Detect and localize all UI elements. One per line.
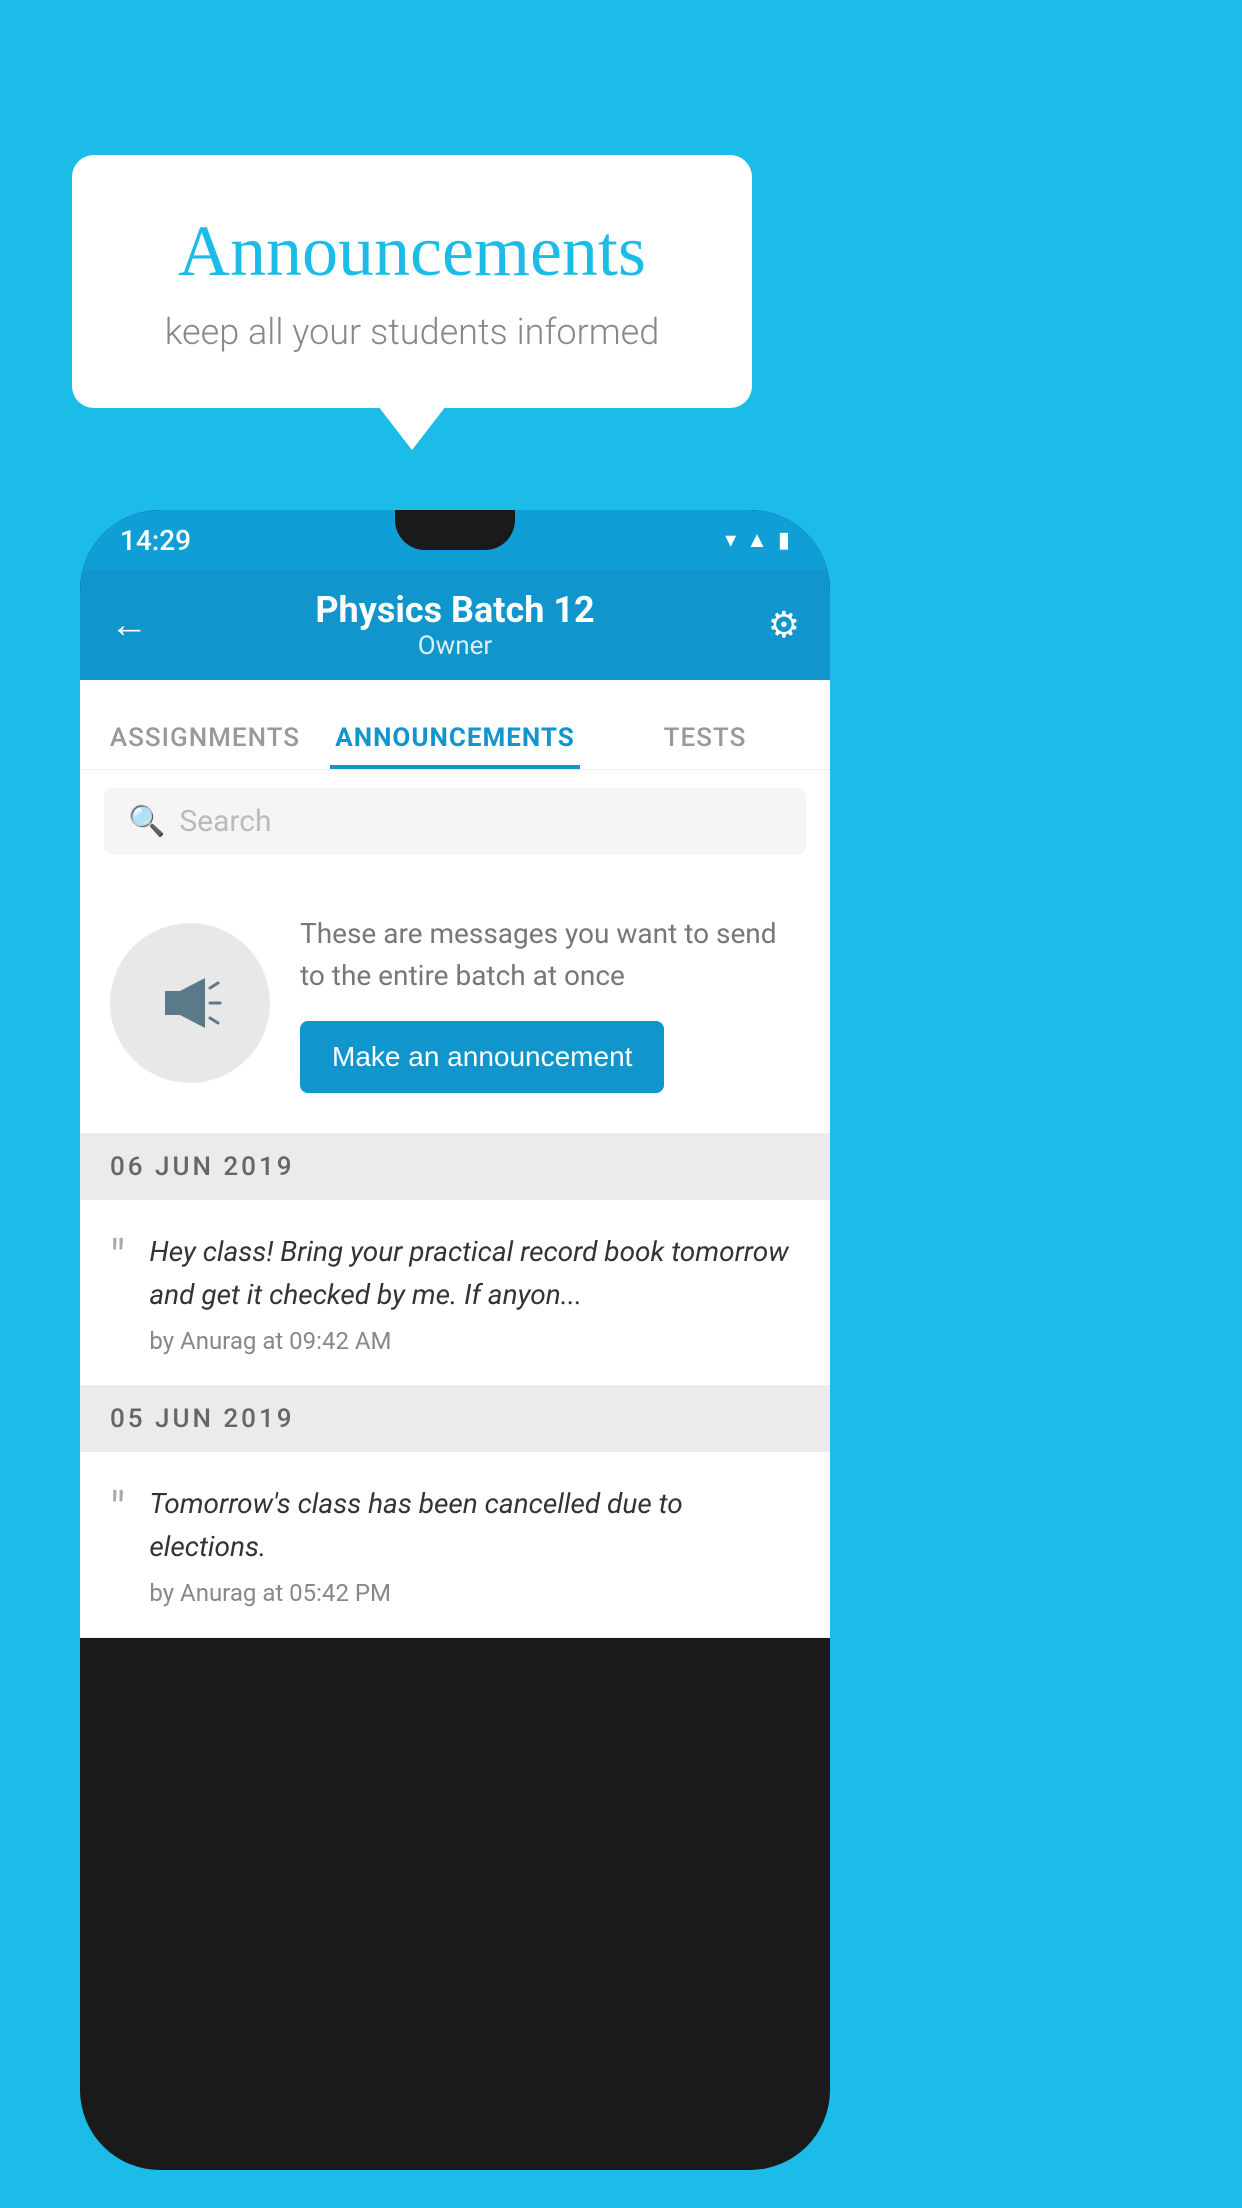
- announcement-right: These are messages you want to send to t…: [300, 913, 800, 1093]
- search-container: 🔍 Search: [80, 770, 830, 873]
- phone-frame: 14:29 ▾ ▲ ▮ ← Physics Batch 12 Owner ⚙ A…: [80, 510, 830, 2170]
- status-bar: 14:29 ▾ ▲ ▮: [80, 510, 830, 570]
- message-meta-1: by Anurag at 09:42 AM: [149, 1327, 800, 1355]
- announcements-tagline: keep all your students informed: [132, 311, 692, 353]
- battery-icon: ▮: [778, 528, 790, 553]
- app-bar: ← Physics Batch 12 Owner ⚙: [80, 570, 830, 680]
- announcements-heading: Announcements: [132, 210, 692, 293]
- message-text-2: Tomorrow's class has been cancelled due …: [149, 1482, 800, 1569]
- search-icon: 🔍: [128, 804, 165, 839]
- speech-bubble-container: Announcements keep all your students inf…: [72, 155, 752, 408]
- back-button[interactable]: ←: [110, 603, 170, 647]
- message-meta-2: by Anurag at 05:42 PM: [149, 1579, 800, 1607]
- signal-icon: ▲: [746, 527, 768, 553]
- phone-notch: [395, 510, 515, 550]
- message-text-1: Hey class! Bring your practical record b…: [149, 1230, 800, 1317]
- tabs-bar: ASSIGNMENTS ANNOUNCEMENTS TESTS: [80, 680, 830, 770]
- message-item-2[interactable]: " Tomorrow's class has been cancelled du…: [80, 1452, 830, 1638]
- tab-assignments[interactable]: ASSIGNMENTS: [80, 723, 330, 769]
- tab-tests[interactable]: TESTS: [580, 723, 830, 769]
- search-bar[interactable]: 🔍 Search: [104, 788, 806, 855]
- quote-icon-1: ": [110, 1234, 125, 1282]
- search-placeholder: Search: [179, 804, 271, 839]
- app-bar-title: Physics Batch 12: [170, 589, 740, 631]
- settings-icon[interactable]: ⚙: [740, 604, 800, 646]
- message-content-2: Tomorrow's class has been cancelled due …: [149, 1482, 800, 1607]
- quote-icon-2: ": [110, 1486, 125, 1534]
- app-bar-title-group: Physics Batch 12 Owner: [170, 589, 740, 661]
- announcement-description: These are messages you want to send to t…: [300, 913, 800, 997]
- message-content-1: Hey class! Bring your practical record b…: [149, 1230, 800, 1355]
- megaphone-circle: [110, 923, 270, 1083]
- content-area: 🔍 Search: [80, 770, 830, 1638]
- status-time: 14:29: [120, 524, 191, 557]
- date-separator-2: 05 JUN 2019: [80, 1386, 830, 1452]
- announcement-prompt: These are messages you want to send to t…: [80, 873, 830, 1134]
- megaphone-icon: [150, 963, 230, 1043]
- phone-screen: 14:29 ▾ ▲ ▮ ← Physics Batch 12 Owner ⚙ A…: [80, 510, 830, 2170]
- message-item-1[interactable]: " Hey class! Bring your practical record…: [80, 1200, 830, 1386]
- wifi-icon: ▾: [725, 528, 736, 553]
- app-bar-subtitle: Owner: [170, 631, 740, 661]
- speech-bubble: Announcements keep all your students inf…: [72, 155, 752, 408]
- status-icons: ▾ ▲ ▮: [725, 527, 790, 553]
- make-announcement-button[interactable]: Make an announcement: [300, 1021, 664, 1093]
- tab-announcements[interactable]: ANNOUNCEMENTS: [330, 723, 580, 769]
- date-separator-1: 06 JUN 2019: [80, 1134, 830, 1200]
